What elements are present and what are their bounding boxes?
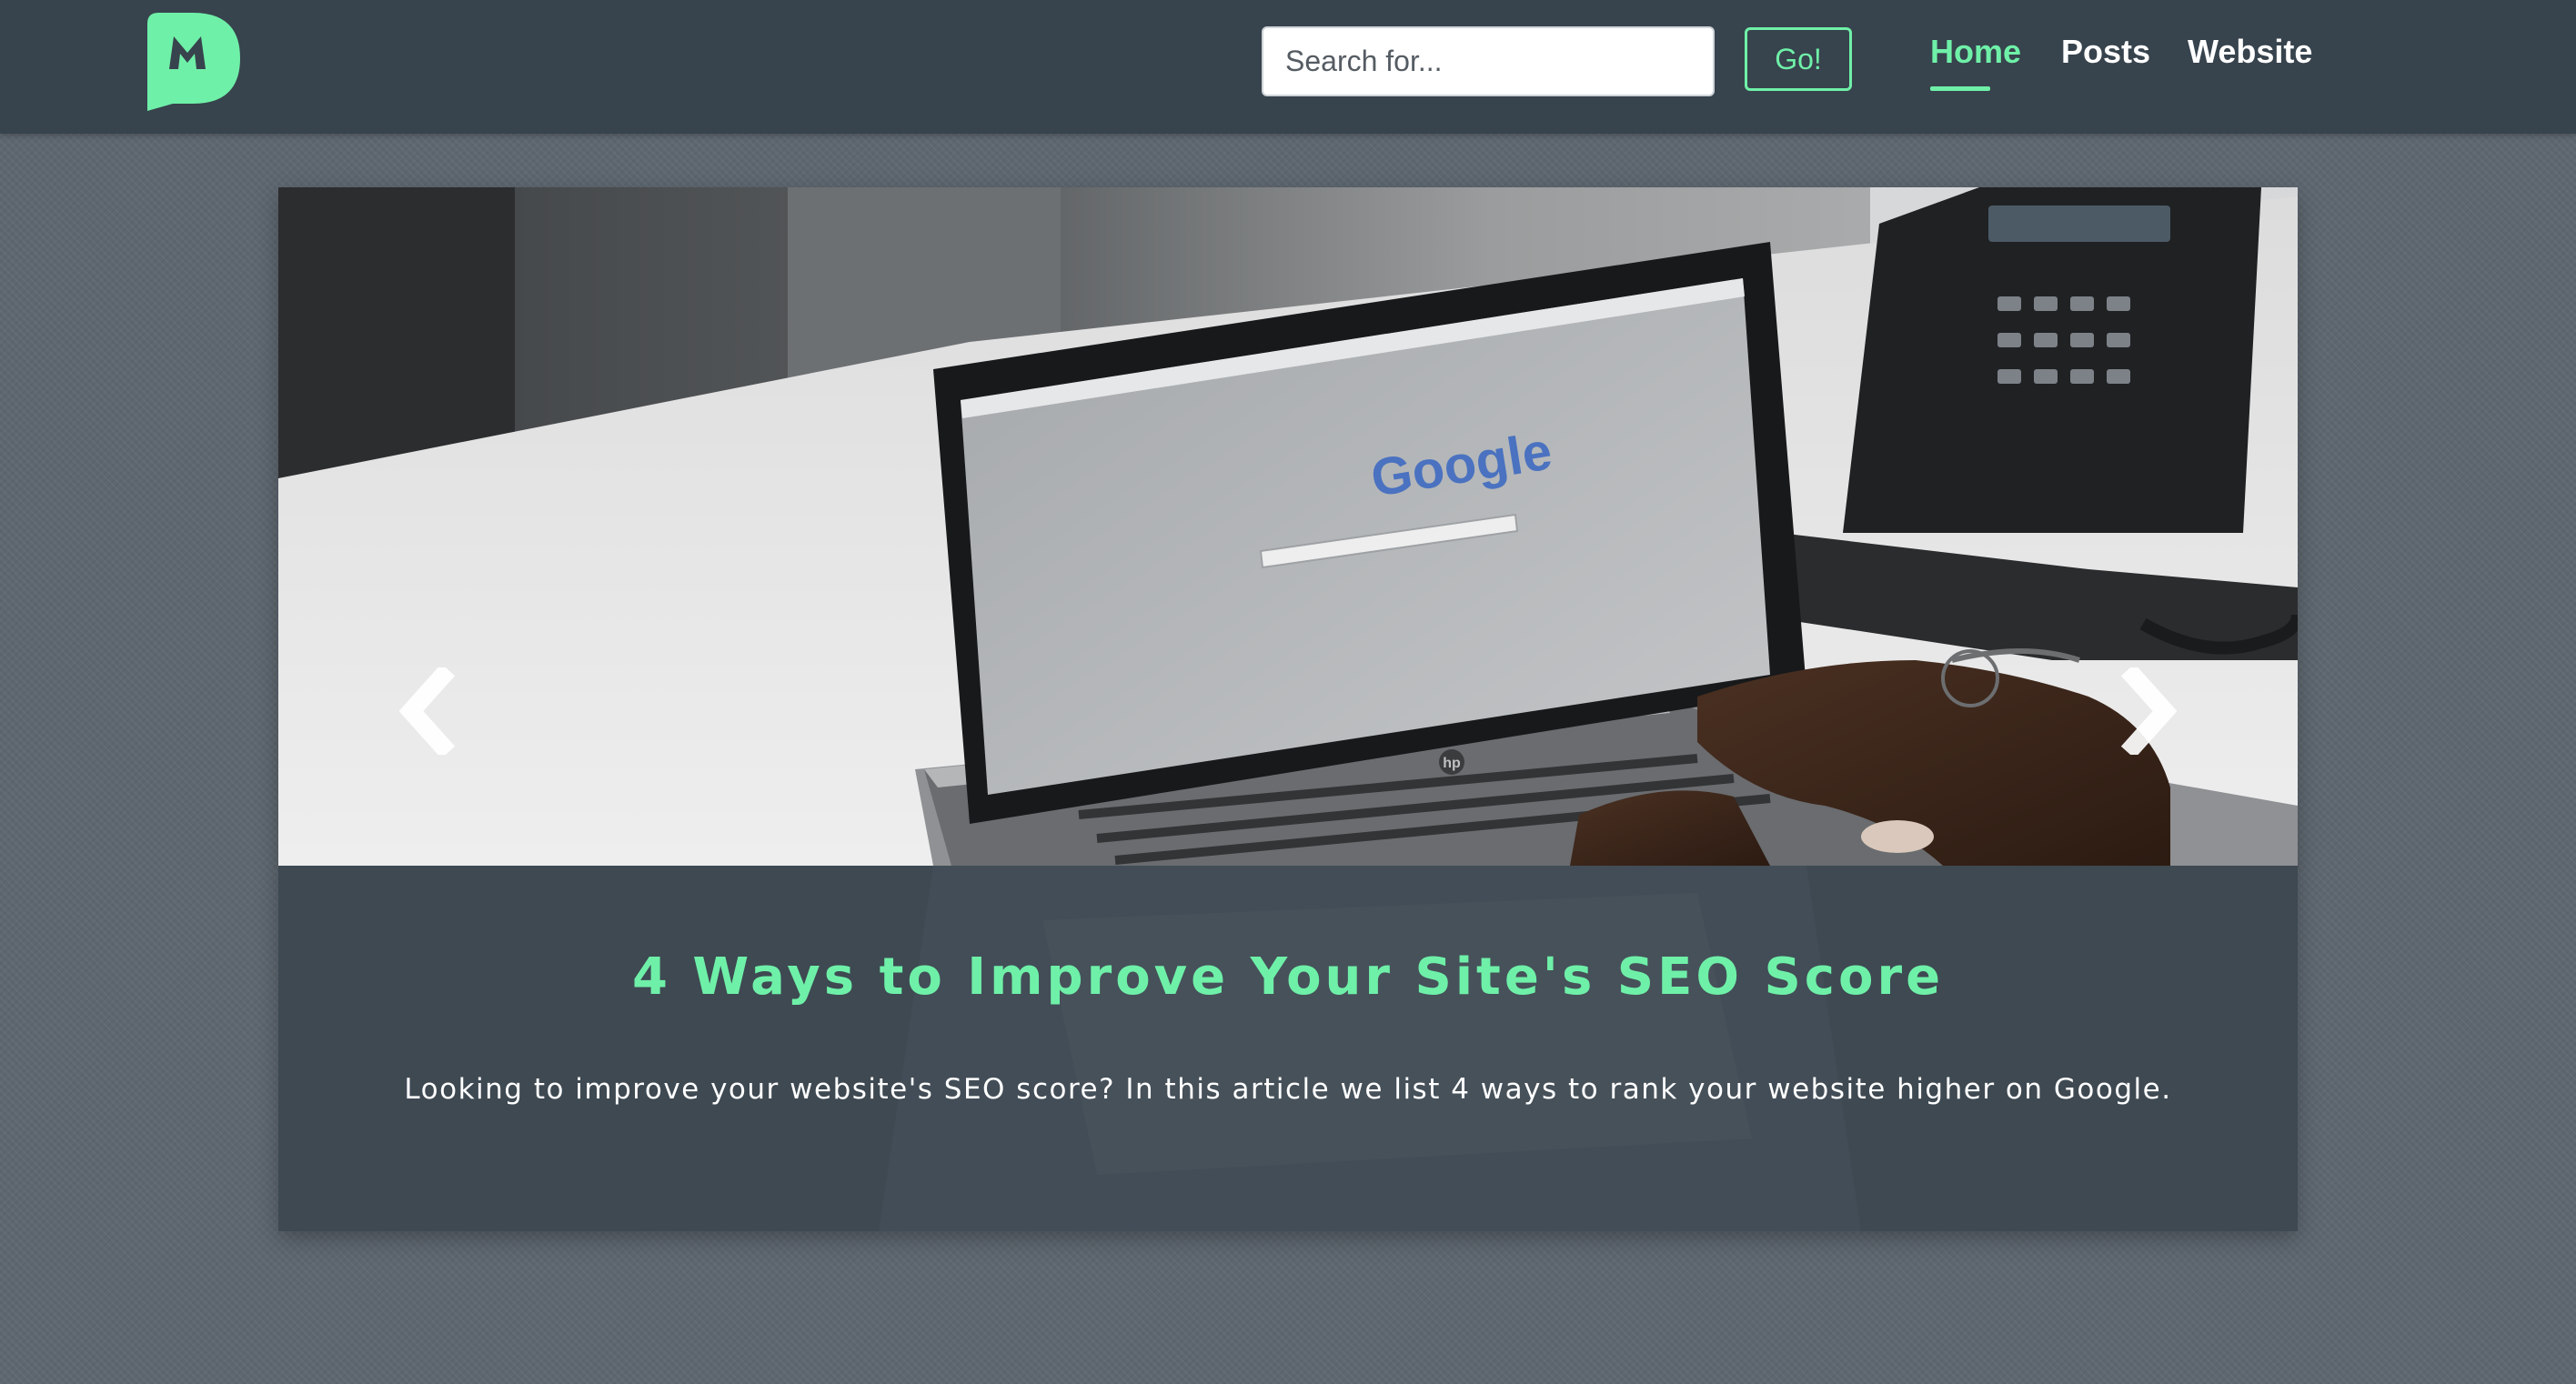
slide-image: Google hp: [278, 187, 2298, 866]
hp-logo-text: hp: [1443, 756, 1461, 771]
nav-link-website[interactable]: Website: [2188, 33, 2312, 71]
slide-caption: 4 Ways to Improve Your Site's SEO Score …: [278, 866, 2298, 1231]
brand-logo-icon: [147, 13, 240, 111]
carousel-prev-icon[interactable]: [395, 667, 458, 755]
featured-post-carousel[interactable]: Google hp 4 Ways to Improve Your Site's …: [278, 187, 2298, 1231]
post-excerpt: Looking to improve your website's SEO sc…: [404, 1073, 2172, 1106]
post-title[interactable]: 4 Ways to Improve Your Site's SEO Score: [278, 948, 2298, 1007]
go-button[interactable]: Go!: [1745, 27, 1852, 91]
search-input[interactable]: [1262, 26, 1715, 96]
active-link-underline: [1930, 86, 1990, 91]
nav-link-home[interactable]: Home: [1930, 33, 2021, 71]
caption-background-texture: [879, 866, 1861, 1231]
laptop-on-desk-photo: Google hp: [278, 187, 2298, 866]
carousel-next-icon[interactable]: [2118, 667, 2181, 755]
nav-link-posts[interactable]: Posts: [2061, 33, 2150, 71]
top-navbar: Go! Home Posts Website: [0, 0, 2576, 134]
